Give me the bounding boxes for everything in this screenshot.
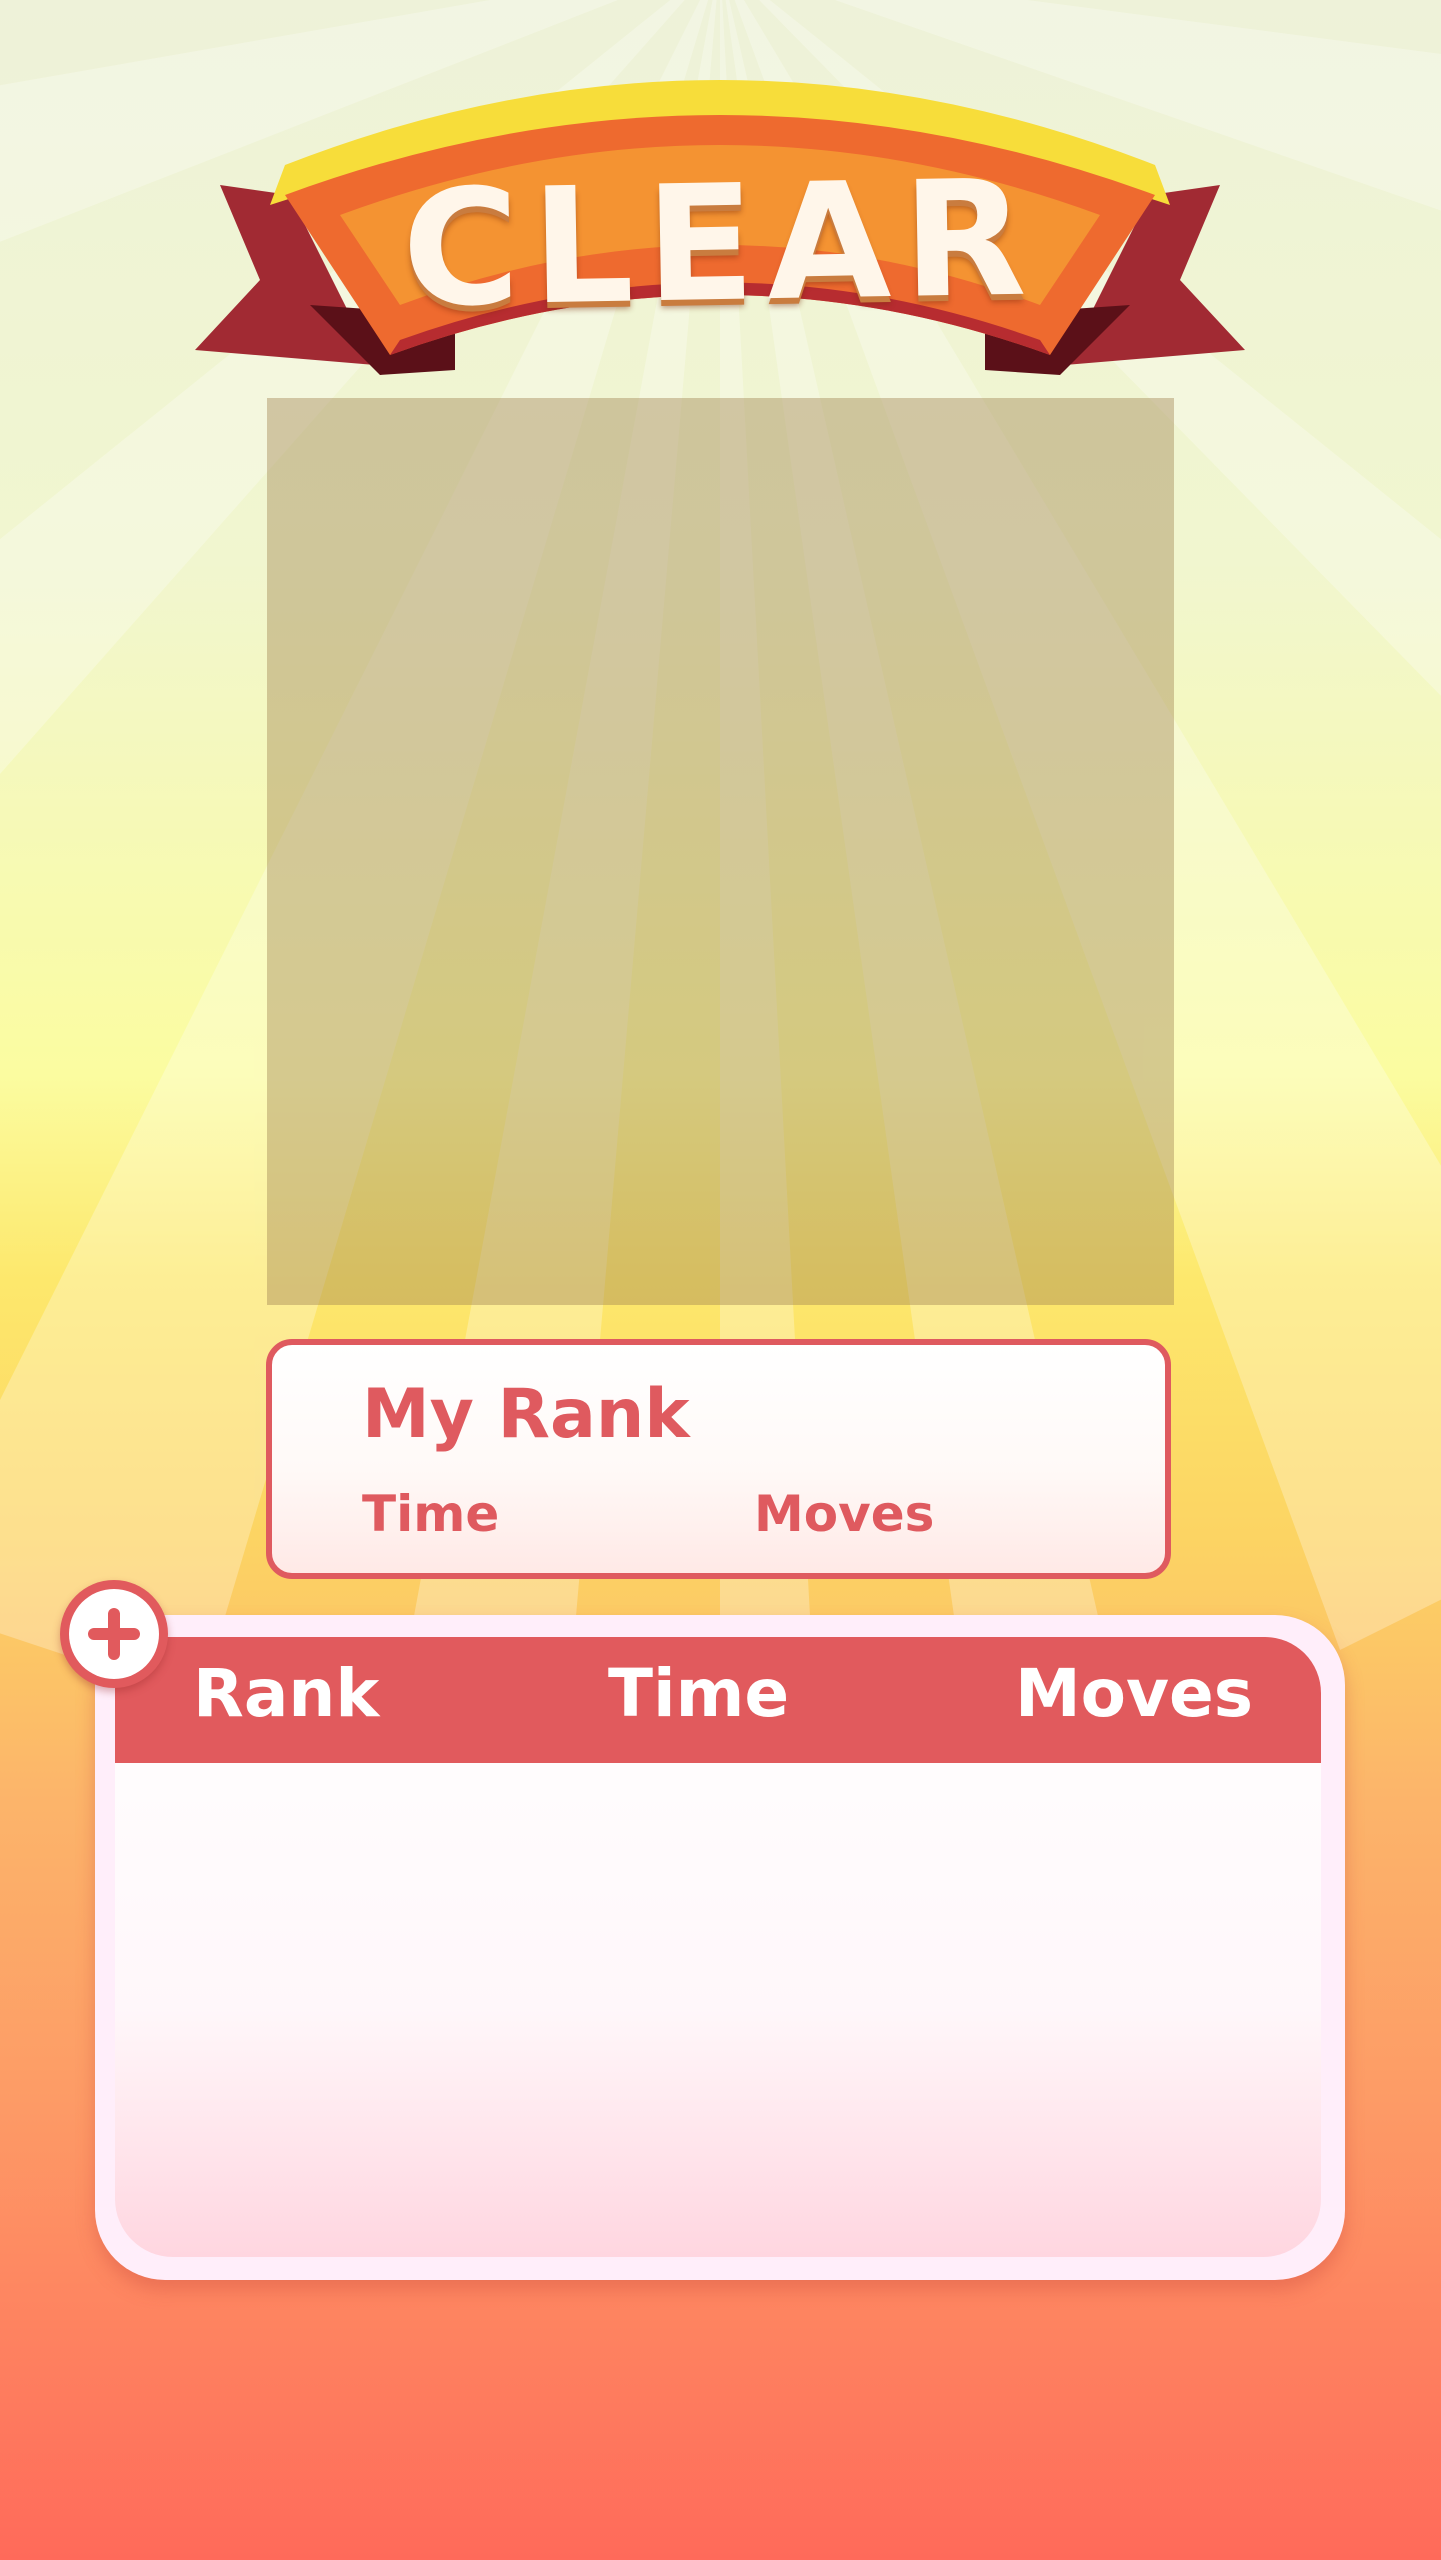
my-rank-title: My Rank (362, 1375, 690, 1454)
plus-icon (88, 1608, 140, 1660)
leaderboard-header: Rank Time Moves (115, 1637, 1321, 1763)
leaderboard-table: Rank Time Moves (115, 1637, 1321, 2257)
my-rank-moves-label: Moves (754, 1485, 935, 1543)
puzzle-preview-area (267, 398, 1174, 1305)
my-rank-card: My Rank Time Moves (266, 1339, 1171, 1579)
column-header-time: Time (608, 1655, 790, 1732)
banner-title: CLEAR (400, 144, 1040, 343)
column-header-moves: Moves (1015, 1655, 1254, 1732)
clear-banner: CLEAR (180, 55, 1260, 385)
column-header-rank: Rank (193, 1655, 380, 1732)
expand-button[interactable] (60, 1580, 168, 1688)
leaderboard-panel: Rank Time Moves (95, 1615, 1345, 2280)
my-rank-time-label: Time (362, 1485, 500, 1543)
